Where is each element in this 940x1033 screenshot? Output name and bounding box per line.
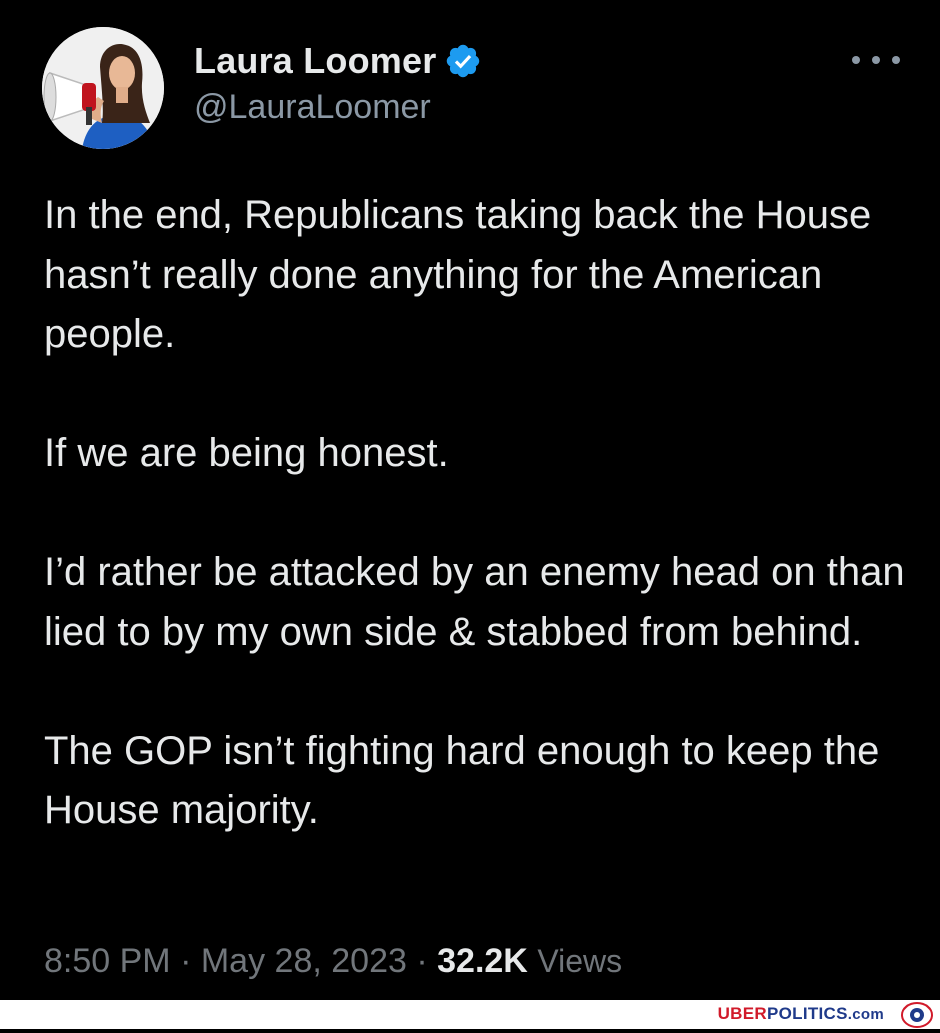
tweet-card: Laura Loomer @LauraLoomer In the end, Re… [0,0,940,1000]
tweet-time[interactable]: 8:50 PM [44,942,171,980]
watermark-part-com: .com [847,1006,884,1023]
watermark-bar: UBERPOLITICS.com [0,1000,940,1029]
avatar[interactable] [42,27,164,149]
author-handle[interactable]: @LauraLoomer [194,88,431,127]
meta-separator: · [416,942,428,980]
more-dot [892,56,900,64]
views-count[interactable]: 32.2K [437,942,528,980]
avatar-image [42,27,164,149]
display-name[interactable]: Laura Loomer [194,40,436,82]
watermark-logo-icon [900,1001,934,1028]
tweet-metadata: 8:50 PM · May 28, 2023 · 32.2K Views [44,942,622,981]
tweet-paragraph: The GOP isn’t fighting hard enough to ke… [44,728,880,833]
tweet-text: In the end, Republicans taking back the … [44,186,924,841]
watermark-part-politics: POLITICS [766,1004,848,1023]
views-label: Views [537,943,623,979]
tweet-paragraph: In the end, Republicans taking back the … [44,193,872,356]
meta-separator: · [180,942,192,980]
watermark-part-uber: UBER [717,1004,767,1023]
more-dot [852,56,860,64]
author-row: Laura Loomer [194,38,482,84]
watermark-text[interactable]: UBERPOLITICS.com [718,1004,884,1024]
tweet-paragraph: I’d rather be attacked by an enemy head … [44,550,905,654]
more-dot [872,56,880,64]
tweet-date[interactable]: May 28, 2023 [201,942,407,980]
more-options-icon[interactable] [852,50,900,70]
tweet-paragraph: If we are being honest. [44,431,449,475]
verified-badge-icon [444,42,482,80]
